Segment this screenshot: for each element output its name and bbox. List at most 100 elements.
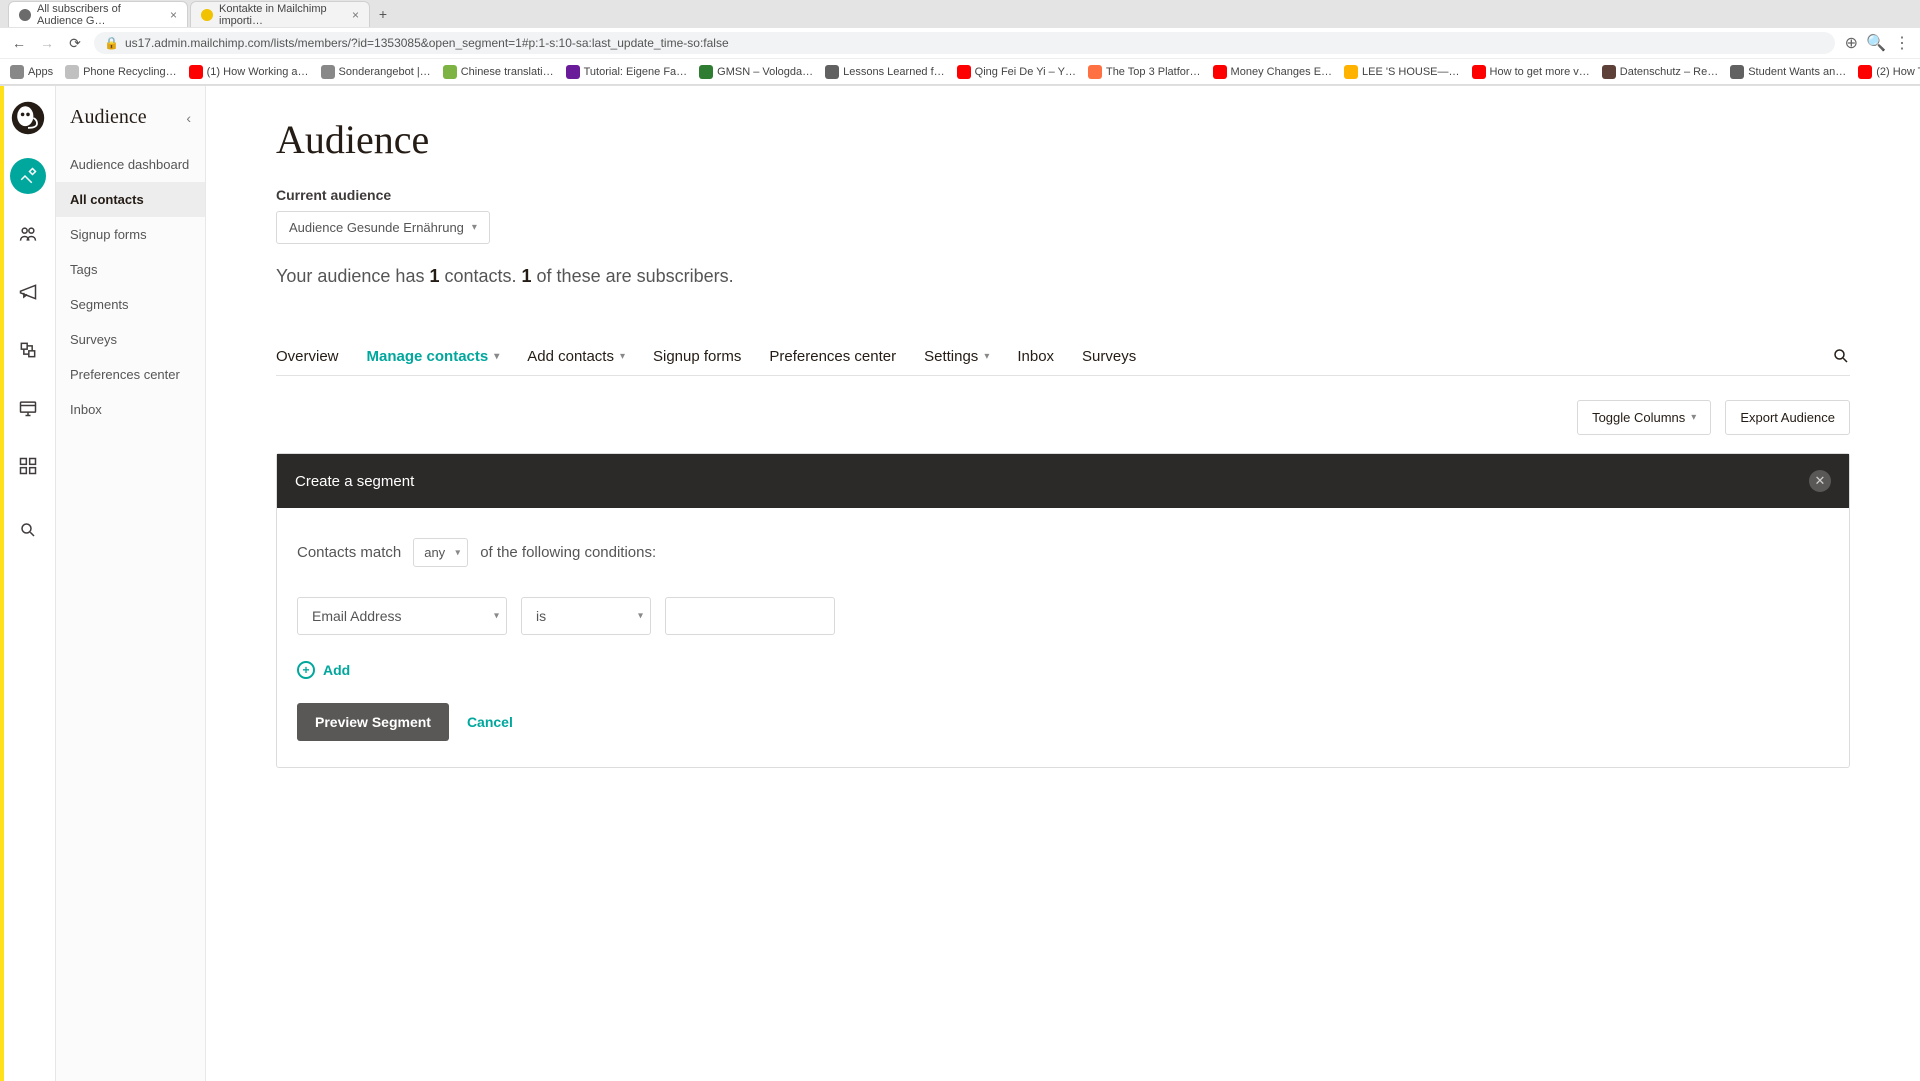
bookmark-favicon-icon bbox=[957, 65, 971, 79]
bookmark-favicon-icon bbox=[1602, 65, 1616, 79]
rail-audience-icon[interactable] bbox=[10, 216, 46, 252]
search-addr-icon[interactable]: 🔍 bbox=[1866, 33, 1886, 53]
audience-stats: Your audience has 1 contacts. 1 of these… bbox=[276, 266, 1850, 287]
sidebar-item-dashboard[interactable]: Audience dashboard bbox=[56, 147, 205, 182]
page-title: Audience bbox=[276, 116, 1850, 163]
bookmark-favicon-icon bbox=[1213, 65, 1227, 79]
add-condition-button[interactable]: + Add bbox=[297, 661, 1829, 679]
sidebar-item-inbox[interactable]: Inbox bbox=[56, 392, 205, 427]
sidebar: Audience ‹ Audience dashboard All contac… bbox=[56, 86, 206, 1081]
close-icon[interactable]: × bbox=[170, 8, 177, 22]
condition-value-input[interactable] bbox=[665, 597, 835, 635]
bookmark-item[interactable]: LEE 'S HOUSE—… bbox=[1344, 65, 1459, 79]
audience-selector[interactable]: Audience Gesunde Ernährung ▾ bbox=[276, 211, 490, 244]
chevron-down-icon: ▾ bbox=[984, 351, 989, 362]
reload-button[interactable]: ⟳ bbox=[66, 35, 84, 52]
browser-tab-1[interactable]: Kontakte in Mailchimp importi… × bbox=[190, 1, 370, 27]
translate-icon[interactable]: ⊕ bbox=[1845, 33, 1858, 53]
export-audience-button[interactable]: Export Audience bbox=[1725, 400, 1850, 435]
left-rail bbox=[0, 86, 56, 1081]
sidebar-item-tags[interactable]: Tags bbox=[56, 252, 205, 287]
bookmark-item[interactable]: The Top 3 Platfor… bbox=[1088, 65, 1201, 79]
content-tabs: Overview Manage contacts▾ Add contacts▾ Sig… bbox=[276, 337, 1850, 376]
close-icon[interactable]: × bbox=[352, 8, 359, 22]
rail-create-icon[interactable] bbox=[10, 158, 46, 194]
address-bar[interactable]: 🔒 us17.admin.mailchimp.com/lists/members… bbox=[94, 32, 1835, 54]
rail-website-icon[interactable] bbox=[10, 390, 46, 426]
tab-title: Kontakte in Mailchimp importi… bbox=[219, 3, 346, 27]
bookmark-favicon-icon bbox=[443, 65, 457, 79]
bookmark-item[interactable]: Qing Fei De Yi – Y… bbox=[957, 65, 1076, 79]
collapse-sidebar-button[interactable]: ‹ bbox=[186, 110, 191, 126]
bookmark-item[interactable]: (2) How To Add A… bbox=[1858, 65, 1920, 79]
brand-accent-bar bbox=[0, 86, 4, 1081]
close-segment-button[interactable]: ✕ bbox=[1809, 470, 1831, 492]
bookmark-favicon-icon bbox=[1730, 65, 1744, 79]
bookmarks-bar: Apps Phone Recycling… (1) How Working a… So… bbox=[0, 58, 1920, 84]
bookmark-item[interactable]: GMSN – Vologda… bbox=[699, 65, 813, 79]
bookmark-favicon-icon bbox=[321, 65, 335, 79]
rail-search-icon[interactable] bbox=[10, 512, 46, 548]
bookmark-favicon-icon bbox=[189, 65, 203, 79]
main-content: Audience Current audience Audience Gesun… bbox=[206, 86, 1920, 1081]
apps-shortcut[interactable]: Apps bbox=[10, 65, 53, 79]
bookmark-item[interactable]: Datenschutz – Re… bbox=[1602, 65, 1718, 79]
chevron-down-icon: ▾ bbox=[1691, 412, 1696, 423]
sidebar-item-preferences[interactable]: Preferences center bbox=[56, 357, 205, 392]
new-tab-button[interactable]: + bbox=[372, 6, 394, 22]
content-tab-inbox[interactable]: Inbox bbox=[1017, 338, 1054, 375]
forward-button[interactable]: → bbox=[38, 35, 56, 51]
segment-panel: Create a segment ✕ Contacts match any of… bbox=[276, 453, 1850, 768]
sidebar-item-all-contacts[interactable]: All contacts bbox=[56, 182, 205, 217]
condition-operator-select[interactable]: is bbox=[521, 597, 651, 635]
menu-icon[interactable]: ⋮ bbox=[1894, 33, 1910, 53]
bookmark-item[interactable]: Tutorial: Eigene Fa… bbox=[566, 65, 688, 79]
chevron-down-icon: ▾ bbox=[472, 222, 477, 233]
content-tab-add-contacts[interactable]: Add contacts▾ bbox=[527, 338, 625, 375]
audience-name: Audience Gesunde Ernährung bbox=[289, 220, 464, 235]
rail-automations-icon[interactable] bbox=[10, 332, 46, 368]
condition-field-select[interactable]: Email Address bbox=[297, 597, 507, 635]
match-suffix: of the following conditions: bbox=[480, 544, 656, 561]
sidebar-item-segments[interactable]: Segments bbox=[56, 287, 205, 322]
match-mode-select[interactable]: any bbox=[413, 538, 468, 567]
lock-icon: 🔒 bbox=[104, 36, 119, 50]
bookmark-item[interactable]: How to get more v… bbox=[1472, 65, 1590, 79]
bookmark-item[interactable]: Chinese translati… bbox=[443, 65, 554, 79]
bookmark-item[interactable]: Sonderangebot |… bbox=[321, 65, 431, 79]
bookmark-item[interactable]: Phone Recycling… bbox=[65, 65, 177, 79]
favicon-icon bbox=[19, 9, 31, 21]
sidebar-title: Audience bbox=[70, 106, 147, 129]
content-tab-overview[interactable]: Overview bbox=[276, 338, 339, 375]
bookmark-favicon-icon bbox=[65, 65, 79, 79]
plus-circle-icon: + bbox=[297, 661, 315, 679]
mailchimp-logo-icon[interactable] bbox=[10, 100, 46, 136]
rail-content-icon[interactable] bbox=[10, 448, 46, 484]
content-tab-settings[interactable]: Settings▾ bbox=[924, 338, 989, 375]
bookmark-item[interactable]: Money Changes E… bbox=[1213, 65, 1333, 79]
cancel-link[interactable]: Cancel bbox=[467, 714, 513, 730]
content-tab-preferences-center[interactable]: Preferences center bbox=[769, 338, 896, 375]
content-tab-surveys[interactable]: Surveys bbox=[1082, 338, 1136, 375]
content-tab-signup-forms[interactable]: Signup forms bbox=[653, 338, 741, 375]
toggle-columns-button[interactable]: Toggle Columns ▾ bbox=[1577, 400, 1711, 435]
search-contacts-button[interactable] bbox=[1832, 337, 1850, 375]
bookmark-item[interactable]: Lessons Learned f… bbox=[825, 65, 945, 79]
sidebar-item-surveys[interactable]: Surveys bbox=[56, 322, 205, 357]
tab-title: All subscribers of Audience G… bbox=[37, 3, 164, 27]
bookmark-item[interactable]: Student Wants an… bbox=[1730, 65, 1846, 79]
bookmark-item[interactable]: (1) How Working a… bbox=[189, 65, 309, 79]
url-text: us17.admin.mailchimp.com/lists/members/?… bbox=[125, 36, 729, 50]
content-tab-manage-contacts[interactable]: Manage contacts▾ bbox=[367, 338, 500, 375]
chevron-down-icon: ▾ bbox=[620, 351, 625, 362]
back-button[interactable]: ← bbox=[10, 35, 28, 51]
browser-tabs: All subscribers of Audience G… × Kontakt… bbox=[0, 0, 1920, 28]
segment-header: Create a segment ✕ bbox=[277, 454, 1849, 508]
bookmark-favicon-icon bbox=[1858, 65, 1872, 79]
bookmark-favicon-icon bbox=[1472, 65, 1486, 79]
sidebar-item-signup-forms[interactable]: Signup forms bbox=[56, 217, 205, 252]
bookmark-favicon-icon bbox=[699, 65, 713, 79]
rail-campaigns-icon[interactable] bbox=[10, 274, 46, 310]
browser-tab-0[interactable]: All subscribers of Audience G… × bbox=[8, 1, 188, 27]
preview-segment-button[interactable]: Preview Segment bbox=[297, 703, 449, 741]
